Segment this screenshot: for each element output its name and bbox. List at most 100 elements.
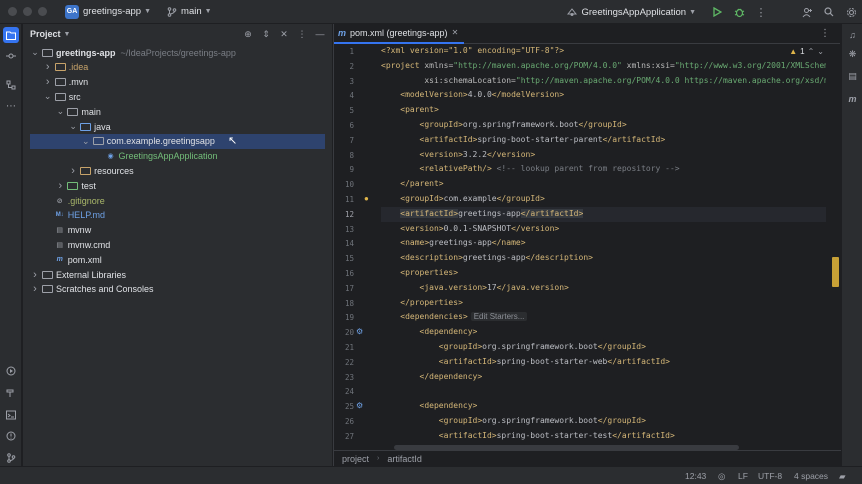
minimize-window-button[interactable] xyxy=(23,7,32,16)
maven-tool-button[interactable]: m xyxy=(845,91,860,106)
caret-position[interactable]: 12:43 xyxy=(685,471,706,481)
tree-item[interactable]: ⌄ java xyxy=(23,119,332,134)
project-name-dropdown[interactable]: greetings-app xyxy=(83,6,141,17)
line-number[interactable]: 13 xyxy=(334,225,354,234)
code-line[interactable]: <artifactId>spring-boot-starter-test</ar… xyxy=(381,429,675,444)
services-tool-button[interactable] xyxy=(3,363,19,379)
line-number[interactable]: 5 xyxy=(334,106,354,115)
code-line[interactable]: <artifactId>spring-boot-starter-web</art… xyxy=(381,355,670,370)
code-line[interactable]: <relativePath/> <!-- lookup parent from … xyxy=(381,162,680,177)
line-number[interactable]: 26 xyxy=(334,417,354,426)
tree-item[interactable]: › .mvn xyxy=(23,75,332,90)
line-number[interactable]: 15 xyxy=(334,254,354,263)
collapse-all-button[interactable]: ✕ xyxy=(276,26,292,42)
git-tool-button[interactable] xyxy=(3,450,19,466)
hide-panel-button[interactable]: — xyxy=(312,26,328,42)
code-view[interactable]: <?xml version="1.0" encoding="UTF-8"?> <p… xyxy=(381,44,826,444)
line-number[interactable]: 22 xyxy=(334,358,354,367)
line-number[interactable]: 4 xyxy=(334,91,354,100)
tree-item[interactable]: › .idea xyxy=(23,60,332,75)
code-line[interactable]: <name>greetings-app</name> xyxy=(381,236,525,251)
more-tools-button[interactable]: ⋯ xyxy=(3,98,19,114)
code-line[interactable]: <version>0.0.1-SNAPSHOT</version> xyxy=(381,222,559,237)
branch-dropdown[interactable]: main xyxy=(181,6,202,17)
spring-gutter-icon[interactable]: ⚙ xyxy=(356,401,363,410)
tree-item[interactable]: M↓ HELP.md xyxy=(23,208,332,223)
tree-item[interactable]: › Scratches and Consoles xyxy=(23,282,332,297)
file-encoding[interactable]: UTF-8 xyxy=(758,471,782,481)
tab-actions-button[interactable]: ⋮ xyxy=(820,28,830,39)
code-line[interactable]: <groupId>com.example</groupId> xyxy=(381,192,545,207)
code-line[interactable]: <dependency> xyxy=(381,399,478,414)
chevron-right-icon[interactable]: › xyxy=(55,180,65,192)
tree-item[interactable]: ▤ mvnw.cmd xyxy=(23,237,332,252)
code-line[interactable]: <?xml version="1.0" encoding="UTF-8"?> xyxy=(381,44,564,59)
line-number[interactable]: 23 xyxy=(334,373,354,382)
line-number[interactable]: 17 xyxy=(334,284,354,293)
chevron-down-icon[interactable]: ⌄ xyxy=(43,91,53,102)
add-user-button[interactable] xyxy=(796,0,818,24)
tree-item[interactable]: ◉ GreetingsAppApplication xyxy=(23,149,332,164)
tree-item[interactable]: ⌄ main xyxy=(23,104,332,119)
code-line[interactable]: <parent> xyxy=(381,103,439,118)
line-number[interactable]: 9 xyxy=(334,165,354,174)
notifications-button[interactable]: ♫ xyxy=(845,27,860,42)
zoom-window-button[interactable] xyxy=(38,7,47,16)
line-number[interactable]: 11 xyxy=(334,195,354,204)
expand-all-button[interactable]: ⇕ xyxy=(258,26,274,42)
breadcrumb-item-artifactid[interactable]: artifactId xyxy=(387,454,422,464)
line-number[interactable]: 19 xyxy=(334,313,354,322)
chevron-right-icon[interactable]: › xyxy=(30,283,40,295)
line-number[interactable]: 16 xyxy=(334,269,354,278)
build-tool-button[interactable] xyxy=(3,385,19,401)
line-number[interactable]: 20 xyxy=(334,328,354,337)
code-line[interactable]: <groupId>org.springframework.boot</group… xyxy=(381,118,627,133)
line-number[interactable]: 21 xyxy=(334,343,354,352)
project-tool-button[interactable] xyxy=(3,27,19,43)
debug-button[interactable] xyxy=(728,0,750,24)
code-line[interactable]: <description>greetings-app</description> xyxy=(381,251,593,266)
spring-gutter-icon[interactable]: ⚙ xyxy=(356,327,363,336)
code-line[interactable]: </parent> xyxy=(381,177,443,192)
breadcrumb-item-project[interactable]: project xyxy=(342,454,369,464)
code-line[interactable]: <artifactId>greetings-app</artifactId> xyxy=(381,207,584,222)
close-tab-icon[interactable]: ✕ xyxy=(452,28,459,37)
project-view-dropdown[interactable]: Project xyxy=(30,29,61,39)
line-number[interactable]: 3 xyxy=(334,77,354,86)
line-number[interactable]: 12 xyxy=(334,210,354,219)
vcs-sync-icon[interactable]: ◎ xyxy=(718,471,725,482)
line-number[interactable]: 2 xyxy=(334,62,354,71)
chevron-right-icon[interactable]: › xyxy=(68,165,78,177)
code-line[interactable]: <groupId>org.springframework.boot</group… xyxy=(381,340,646,355)
project-badge[interactable]: GA xyxy=(65,4,79,19)
code-line[interactable]: <groupId>org.springframework.boot</group… xyxy=(381,414,646,429)
tree-item[interactable]: ⌄ src xyxy=(23,89,332,104)
problems-tool-button[interactable] xyxy=(3,428,19,444)
tree-item[interactable]: ⌄ com.example.greetingsapp xyxy=(30,133,325,149)
line-number[interactable]: 10 xyxy=(334,180,354,189)
scroll-position-marker[interactable] xyxy=(832,257,839,287)
code-line[interactable]: </dependency> xyxy=(381,370,483,385)
locate-file-button[interactable]: ⊕ xyxy=(240,26,256,42)
chevron-down-icon[interactable]: ⌄ xyxy=(30,47,40,58)
tree-item[interactable]: m pom.xml xyxy=(23,252,332,267)
database-button[interactable]: ▤ xyxy=(845,69,860,84)
structure-tool-button[interactable] xyxy=(3,77,19,93)
line-number[interactable]: 24 xyxy=(334,387,354,396)
code-line[interactable]: <version>3.2.2</version> xyxy=(381,148,536,163)
tree-item[interactable]: › test xyxy=(23,178,332,193)
tree-item[interactable]: › resources xyxy=(23,163,332,178)
code-line[interactable]: <properties> xyxy=(381,266,458,281)
chevron-down-icon[interactable]: ⌄ xyxy=(55,106,65,117)
chevron-right-icon[interactable]: › xyxy=(43,76,53,88)
line-number[interactable]: 1 xyxy=(334,47,354,56)
search-button[interactable] xyxy=(818,0,840,24)
indent-setting[interactable]: 4 spaces xyxy=(794,471,828,481)
tree-item[interactable]: ⌄ greetings-app ~/IdeaProjects/greetings-a… xyxy=(23,45,332,60)
lightbulb-icon[interactable]: ● xyxy=(364,194,369,203)
code-line[interactable]: xsi:schemaLocation="http://maven.apache.… xyxy=(381,74,826,89)
code-line[interactable]: <dependencies> Edit Starters... xyxy=(381,310,528,325)
line-number[interactable]: 7 xyxy=(334,136,354,145)
code-line[interactable]: <project xmlns="http://maven.apache.org/… xyxy=(381,59,826,74)
chevron-down-icon[interactable]: ⌄ xyxy=(68,121,78,132)
